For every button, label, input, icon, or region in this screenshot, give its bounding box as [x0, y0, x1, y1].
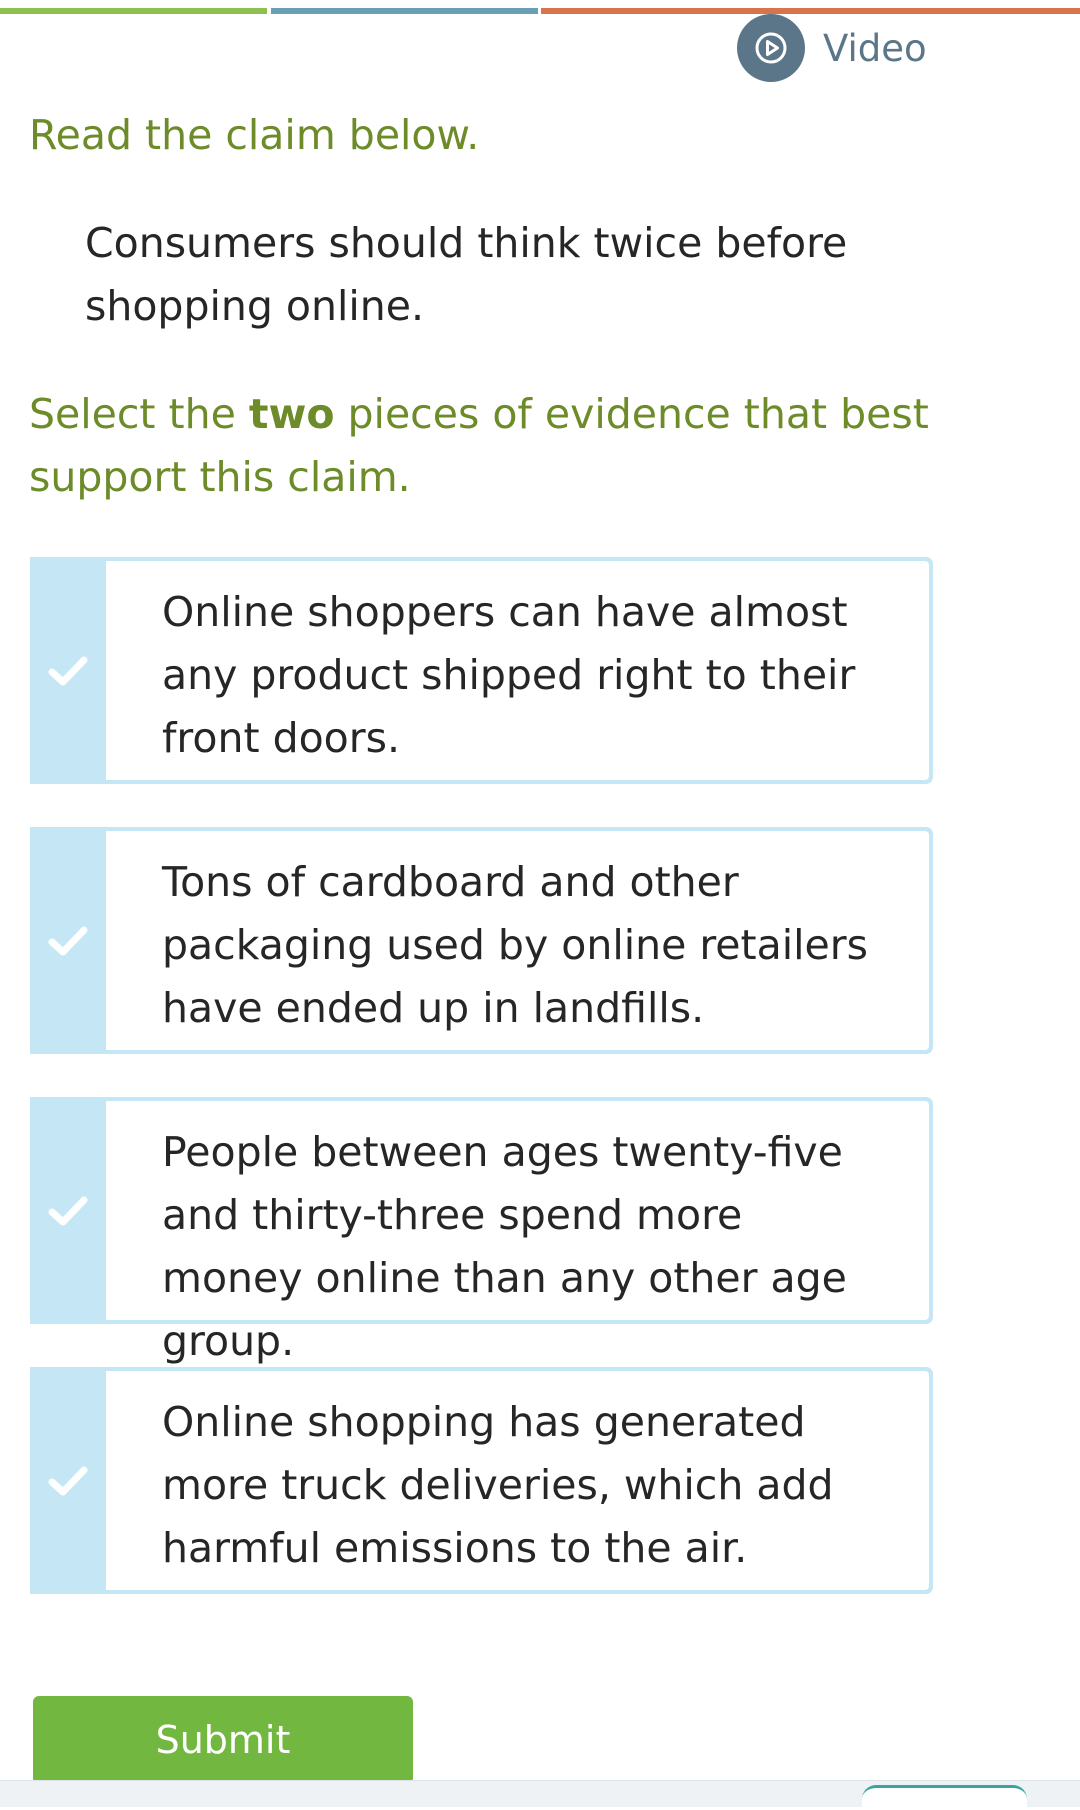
progress-segment-2 — [271, 8, 538, 14]
submit-button[interactable]: Submit — [33, 1696, 413, 1784]
instruction-select-prefix: Select the — [29, 390, 249, 438]
instruction-select-evidence: Select the two pieces of evidence that b… — [29, 383, 1059, 509]
answer-choice[interactable]: Tons of cardboard and other packaging us… — [30, 827, 933, 1054]
checkmark-icon — [30, 827, 106, 1054]
instruction-select-emphasis: two — [248, 390, 335, 438]
answer-choice-text: Online shoppers can have almost any prod… — [106, 561, 929, 780]
answer-choices: Online shoppers can have almost any prod… — [30, 557, 933, 1637]
checkmark-icon — [30, 557, 106, 784]
answer-choice-text: Tons of cardboard and other packaging us… — [106, 831, 929, 1050]
video-label: Video — [823, 26, 927, 70]
answer-choice-text: People between ages twenty-five and thir… — [106, 1101, 929, 1365]
answer-choice-text: Online shopping has generated more truck… — [106, 1371, 929, 1590]
bottom-bar — [0, 1780, 1080, 1810]
claim-text: Consumers should think twice before shop… — [85, 219, 848, 330]
answer-choice[interactable]: People between ages twenty-five and thir… — [30, 1097, 933, 1365]
play-icon — [737, 14, 805, 82]
answer-choice[interactable]: Online shopping has generated more truck… — [30, 1367, 933, 1594]
checkmark-icon — [30, 1367, 106, 1594]
video-link[interactable]: Video — [737, 14, 927, 82]
answer-choice[interactable]: Online shoppers can have almost any prod… — [30, 557, 933, 784]
instruction-read-claim: Read the claim below. — [29, 111, 480, 159]
checkmark-icon — [30, 1097, 106, 1324]
bottom-tab[interactable] — [862, 1785, 1027, 1810]
progress-segment-1 — [0, 8, 267, 14]
